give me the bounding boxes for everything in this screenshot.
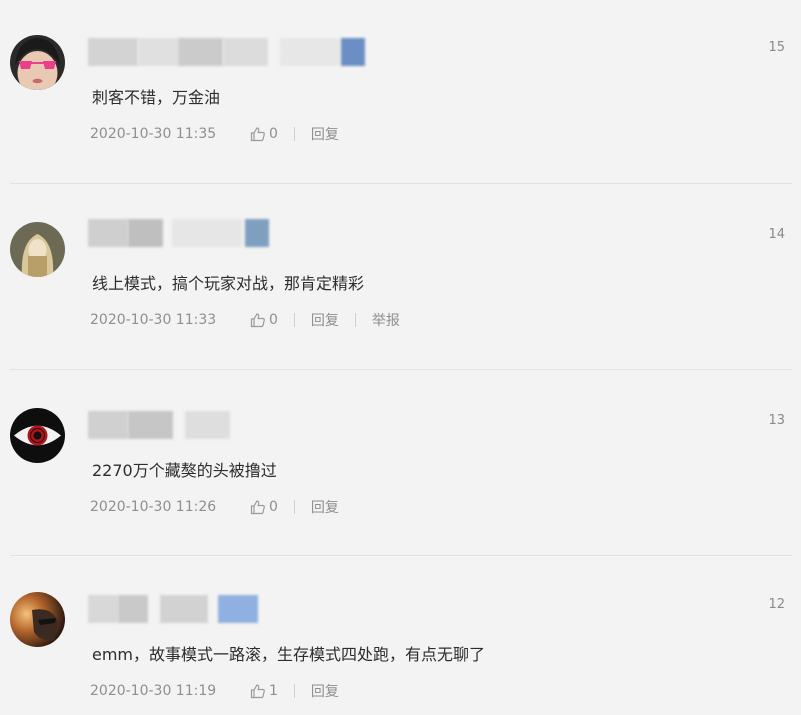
report-button[interactable]: 举报 bbox=[372, 310, 400, 330]
divider bbox=[354, 313, 356, 327]
comment-text: 线上模式，搞个玩家对战，那肯定精彩 bbox=[92, 274, 365, 293]
comment-item: 14 线上模式，搞个玩家对战，那肯定精彩 2020-10-30 11:33 0 … bbox=[0, 187, 801, 373]
like-button[interactable]: 0 bbox=[250, 312, 278, 328]
thumbs-up-icon bbox=[250, 683, 266, 699]
like-button[interactable]: 0 bbox=[250, 126, 278, 142]
avatar-red-eye-icon[interactable] bbox=[10, 408, 65, 463]
floor-number: 13 bbox=[768, 413, 785, 428]
timestamp: 2020-10-30 11:33 bbox=[90, 312, 217, 328]
like-count: 0 bbox=[269, 499, 278, 515]
floor-number: 14 bbox=[768, 227, 785, 242]
reply-button[interactable]: 回复 bbox=[311, 310, 339, 330]
comment-meta: 2020-10-30 11:19 1 回复 bbox=[90, 681, 339, 701]
reply-button[interactable]: 回复 bbox=[311, 497, 339, 517]
divider bbox=[10, 555, 792, 556]
comment-item: 13 2270万个藏獒的头被撸过 2020-10-30 11:26 0 回复 bbox=[0, 373, 801, 559]
comment-item: 15 刺客不错，万金油 2020-10-30 11:35 0 回复 bbox=[0, 0, 801, 186]
reply-button[interactable]: 回复 bbox=[311, 124, 339, 144]
thumbs-up-icon bbox=[250, 312, 266, 328]
avatar-blonde-figure-icon[interactable] bbox=[10, 222, 65, 277]
like-button[interactable]: 1 bbox=[250, 683, 278, 699]
comment-meta: 2020-10-30 11:26 0 回复 bbox=[90, 497, 339, 517]
divider bbox=[293, 684, 295, 698]
avatar-sunset-helmet-icon[interactable] bbox=[10, 592, 65, 647]
timestamp: 2020-10-30 11:19 bbox=[90, 683, 217, 699]
like-count: 1 bbox=[269, 683, 278, 699]
floor-number: 15 bbox=[768, 40, 785, 55]
divider bbox=[10, 369, 792, 370]
floor-number: 12 bbox=[768, 597, 785, 612]
divider bbox=[10, 183, 792, 184]
comment-text: 2270万个藏獒的头被撸过 bbox=[92, 461, 277, 480]
divider bbox=[293, 500, 295, 514]
comment-text: 刺客不错，万金油 bbox=[92, 88, 221, 107]
timestamp: 2020-10-30 11:26 bbox=[90, 499, 217, 515]
comment-meta: 2020-10-30 11:33 0 回复 举报 bbox=[90, 310, 400, 330]
timestamp: 2020-10-30 11:35 bbox=[90, 126, 217, 142]
comment-meta: 2020-10-30 11:35 0 回复 bbox=[90, 124, 339, 144]
reply-button[interactable]: 回复 bbox=[311, 681, 339, 701]
divider bbox=[293, 127, 295, 141]
like-count: 0 bbox=[269, 126, 278, 142]
username-blurred[interactable] bbox=[88, 595, 378, 623]
username-blurred[interactable] bbox=[88, 219, 378, 247]
like-count: 0 bbox=[269, 312, 278, 328]
like-button[interactable]: 0 bbox=[250, 499, 278, 515]
thumbs-up-icon bbox=[250, 126, 266, 142]
divider bbox=[293, 313, 295, 327]
avatar-girl-heart-glasses-icon[interactable] bbox=[10, 35, 65, 90]
username-blurred[interactable] bbox=[88, 411, 378, 439]
comment-item: 12 emm，故事模式一路滚，生存模式四处跑，有点无聊了 2020-10-30 … bbox=[0, 557, 801, 715]
comment-text: emm，故事模式一路滚，生存模式四处跑，有点无聊了 bbox=[92, 645, 486, 664]
username-blurred[interactable] bbox=[88, 38, 378, 66]
thumbs-up-icon bbox=[250, 499, 266, 515]
comment-list: 15 刺客不错，万金油 2020-10-30 11:35 0 回复 14 线上模… bbox=[0, 0, 801, 715]
